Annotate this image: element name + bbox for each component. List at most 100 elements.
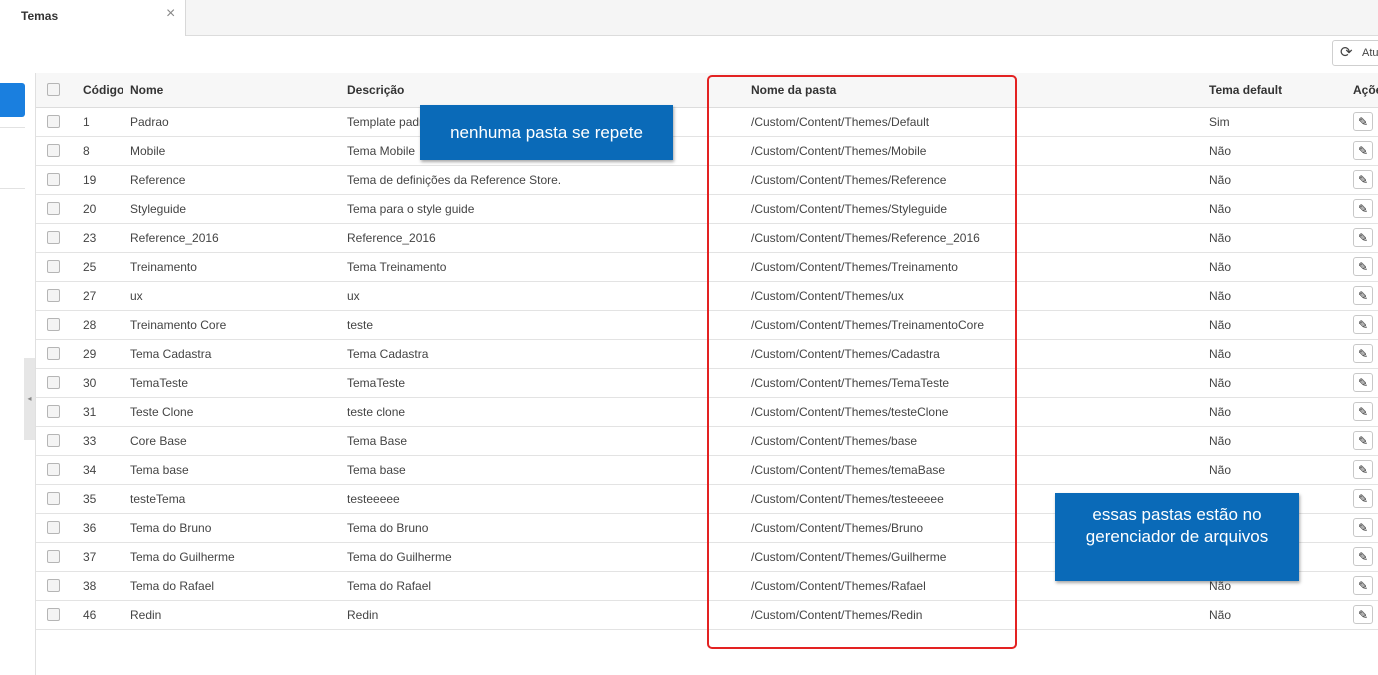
sidebar-collapse-handle[interactable]: ◂: [24, 358, 35, 440]
header-name[interactable]: Nome: [130, 73, 340, 107]
cell-name: Teste Clone: [130, 405, 194, 419]
cell-description: Reference_2016: [347, 231, 436, 245]
edit-icon[interactable]: ✎: [1353, 141, 1373, 160]
cell-name: Padrao: [130, 115, 169, 129]
cell-code: 27: [83, 289, 97, 303]
cell-default: Não: [1209, 260, 1232, 274]
row-checkbox[interactable]: [47, 260, 60, 274]
header-description[interactable]: Descrição: [347, 73, 737, 107]
row-checkbox[interactable]: [47, 318, 60, 332]
cell-default: Não: [1209, 405, 1232, 419]
sidebar-divider: [0, 127, 25, 128]
row-checkbox[interactable]: [47, 608, 60, 622]
tab-temas[interactable]: Temas ×: [0, 0, 186, 36]
select-all-cell: [47, 73, 61, 107]
cell-default: Não: [1209, 376, 1232, 390]
row-checkbox[interactable]: [47, 289, 60, 303]
row-checkbox[interactable]: [47, 376, 60, 390]
cell-description: Tema do Rafael: [347, 579, 432, 593]
row-actions: ✎: [1353, 427, 1378, 455]
row-select-cell: [47, 282, 61, 310]
row-checkbox[interactable]: [47, 347, 60, 361]
edit-icon[interactable]: ✎: [1353, 344, 1373, 363]
cell-code: 35: [83, 492, 97, 506]
row-checkbox[interactable]: [47, 202, 60, 216]
select-all-checkbox[interactable]: [47, 83, 60, 97]
edit-icon[interactable]: ✎: [1353, 228, 1373, 247]
cell-default: Não: [1209, 202, 1232, 216]
row-checkbox[interactable]: [47, 492, 60, 506]
sidebar-divider: [0, 188, 25, 189]
row-select-cell: [47, 166, 61, 194]
edit-icon[interactable]: ✎: [1353, 605, 1373, 624]
cell-name: Treinamento: [130, 260, 197, 274]
cell-description: TemaTeste: [347, 376, 406, 390]
row-actions: ✎: [1353, 514, 1378, 542]
tab-bar: Temas ×: [0, 0, 1378, 36]
row-checkbox[interactable]: [47, 405, 60, 419]
cell-code: 37: [83, 550, 97, 564]
cell-name: TemaTeste: [130, 376, 189, 390]
row-actions: ✎: [1353, 601, 1378, 629]
row-actions: ✎: [1353, 456, 1378, 484]
edit-icon[interactable]: ✎: [1353, 286, 1373, 305]
header-code[interactable]: Código: [83, 73, 123, 107]
row-select-cell: [47, 514, 61, 542]
cell-name: Tema do Guilherme: [130, 550, 235, 564]
row-select-cell: [47, 340, 61, 368]
row-checkbox[interactable]: [47, 144, 60, 158]
row-select-cell: [47, 398, 61, 426]
row-actions: ✎: [1353, 572, 1378, 600]
row-checkbox[interactable]: [47, 231, 60, 245]
edit-icon[interactable]: ✎: [1353, 460, 1373, 479]
edit-icon[interactable]: ✎: [1353, 257, 1373, 276]
cell-description: testeeeee: [347, 492, 400, 506]
row-select-cell: [47, 224, 61, 252]
row-checkbox[interactable]: [47, 579, 60, 593]
row-checkbox[interactable]: [47, 173, 60, 187]
cell-default: Não: [1209, 173, 1232, 187]
row-select-cell: [47, 543, 61, 571]
edit-icon[interactable]: ✎: [1353, 112, 1373, 131]
cell-description: teste clone: [347, 405, 406, 419]
edit-icon[interactable]: ✎: [1353, 402, 1373, 421]
cell-name: Tema Cadastra: [130, 347, 212, 361]
row-checkbox[interactable]: [47, 115, 60, 129]
edit-icon[interactable]: ✎: [1353, 170, 1373, 189]
cell-name: Tema do Rafael: [130, 579, 215, 593]
edit-icon[interactable]: ✎: [1353, 547, 1373, 566]
row-actions: ✎: [1353, 195, 1378, 223]
edit-icon[interactable]: ✎: [1353, 373, 1373, 392]
row-checkbox[interactable]: [47, 521, 60, 535]
edit-icon[interactable]: ✎: [1353, 518, 1373, 537]
row-checkbox[interactable]: [47, 434, 60, 448]
header-default[interactable]: Tema default: [1209, 73, 1329, 107]
close-icon[interactable]: ×: [166, 5, 175, 23]
row-select-cell: [47, 456, 61, 484]
cell-description: Tema Treinamento: [347, 260, 447, 274]
annotation-callout-bottom: essas pastas estão no gerenciador de arq…: [1055, 493, 1299, 581]
row-actions: ✎: [1353, 369, 1378, 397]
cell-default: Não: [1209, 318, 1232, 332]
cell-code: 23: [83, 231, 97, 245]
row-select-cell: [47, 108, 61, 136]
cell-name: Tema do Bruno: [130, 521, 212, 535]
row-checkbox[interactable]: [47, 550, 60, 564]
row-actions: ✎: [1353, 166, 1378, 194]
sidebar-active-button[interactable]: [0, 83, 25, 117]
header-actions: Ações: [1353, 83, 1378, 97]
edit-icon[interactable]: ✎: [1353, 431, 1373, 450]
cell-default: Não: [1209, 347, 1232, 361]
cell-description: Tema base: [347, 463, 406, 477]
edit-icon[interactable]: ✎: [1353, 199, 1373, 218]
cell-default: Não: [1209, 231, 1232, 245]
cell-name: ux: [130, 289, 143, 303]
edit-icon[interactable]: ✎: [1353, 489, 1373, 508]
cell-default: Não: [1209, 434, 1232, 448]
cell-name: Reference: [130, 173, 186, 187]
row-checkbox[interactable]: [47, 463, 60, 477]
edit-icon[interactable]: ✎: [1353, 315, 1373, 334]
edit-icon[interactable]: ✎: [1353, 576, 1373, 595]
refresh-button[interactable]: ⟳ Atu: [1332, 40, 1378, 66]
cell-description: Redin: [347, 608, 379, 622]
